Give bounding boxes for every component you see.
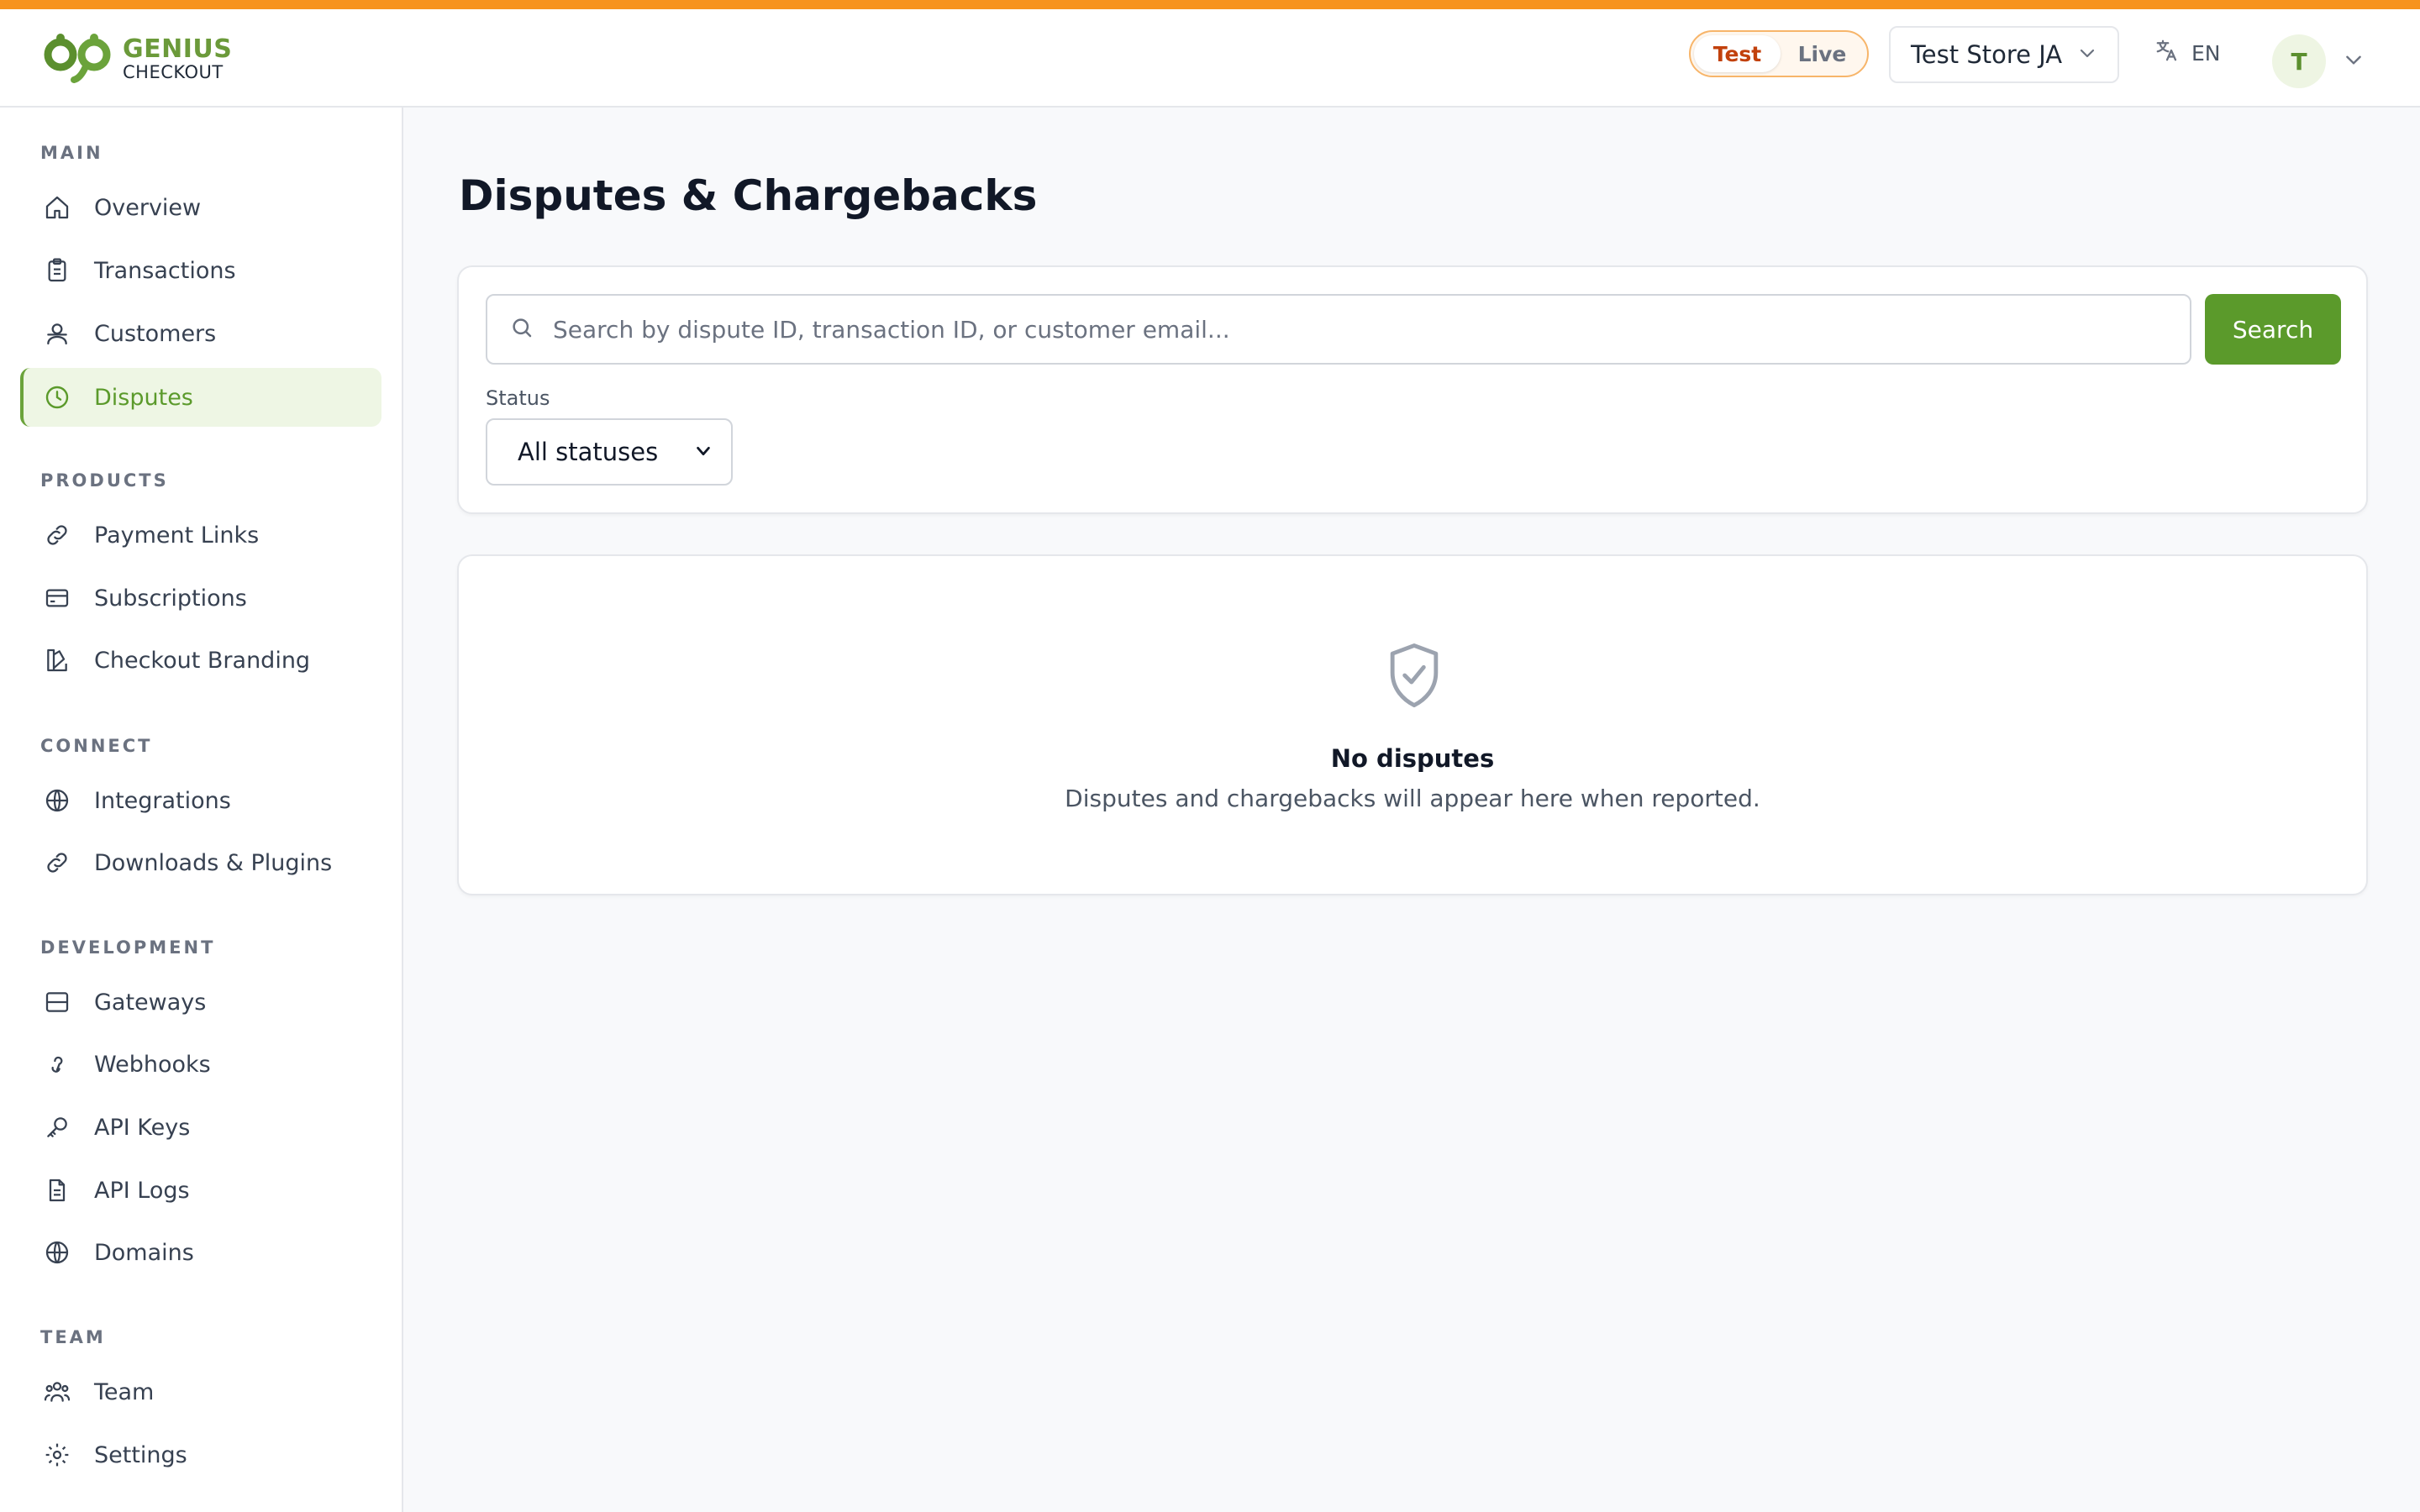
search-box[interactable] — [486, 294, 2191, 365]
empty-state-subtitle: Disputes and chargebacks will appear her… — [1065, 785, 1760, 812]
sidebar-item-label: Subscriptions — [94, 585, 247, 612]
sidebar-item-label: API Logs — [94, 1177, 190, 1204]
sidebar-item-team[interactable]: Team — [20, 1362, 381, 1421]
sidebar-item-api-logs[interactable]: API Logs — [20, 1161, 381, 1220]
sidebar-item-downloads-plugins[interactable]: Downloads & Plugins — [20, 833, 381, 892]
sidebar-item-label: Settings — [94, 1441, 187, 1468]
sidebar-item-domains[interactable]: Domains — [20, 1223, 381, 1282]
search-icon — [509, 315, 534, 344]
empty-state-card: No disputes Disputes and chargebacks wil… — [457, 554, 2368, 895]
sidebar: MAIN Overview Transactions Customers Dis… — [0, 108, 403, 1512]
key-icon — [42, 1112, 72, 1142]
brand-logo[interactable]: GENIUS CHECKOUT — [42, 29, 232, 88]
chevron-down-icon — [694, 438, 713, 466]
server-icon — [42, 987, 72, 1017]
link-icon — [42, 848, 72, 878]
mode-live-option[interactable]: Live — [1781, 35, 1864, 72]
sidebar-section-team: TEAM — [40, 1327, 106, 1347]
store-selector[interactable]: Test Store JA — [1889, 26, 2119, 83]
palette-icon — [42, 645, 72, 675]
home-icon — [42, 192, 72, 223]
filter-card: Search Status All statuses — [457, 265, 2368, 514]
status-filter-label: Status — [486, 386, 550, 410]
status-filter-value: All statuses — [518, 438, 659, 466]
chevron-down-icon — [2326, 49, 2365, 74]
sidebar-item-checkout-branding[interactable]: Checkout Branding — [20, 631, 381, 690]
sidebar-item-gateways[interactable]: Gateways — [20, 973, 381, 1032]
sidebar-section-products: PRODUCTS — [40, 470, 169, 491]
sidebar-item-label: Disputes — [94, 384, 193, 411]
clock-icon — [42, 382, 72, 412]
status-filter-select[interactable]: All statuses — [486, 418, 733, 486]
sidebar-item-settings[interactable]: Settings — [20, 1425, 381, 1484]
translate-icon — [2154, 38, 2191, 68]
empty-state-title: No disputes — [1330, 744, 1495, 773]
mode-test-option[interactable]: Test — [1694, 35, 1781, 72]
logo-text-line1: GENIUS — [123, 34, 233, 64]
mode-toggle: Test Live — [1689, 30, 1869, 77]
sidebar-section-main: MAIN — [40, 143, 103, 163]
avatar: T — [2272, 34, 2326, 88]
gear-icon — [42, 1440, 72, 1470]
sidebar-item-integrations[interactable]: Integrations — [20, 771, 381, 830]
sidebar-item-label: Downloads & Plugins — [94, 849, 333, 876]
sidebar-item-subscriptions[interactable]: Subscriptions — [20, 569, 381, 627]
sidebar-item-customers[interactable]: Customers — [20, 304, 381, 363]
sidebar-item-label: Customers — [94, 320, 217, 347]
sidebar-item-transactions[interactable]: Transactions — [20, 241, 381, 300]
team-icon — [42, 1377, 72, 1407]
clipboard-icon — [42, 255, 72, 286]
sidebar-item-payment-links[interactable]: Payment Links — [20, 506, 381, 564]
top-accent-bar — [0, 0, 2420, 9]
sidebar-item-label: Transactions — [94, 257, 236, 284]
search-input[interactable] — [553, 315, 2149, 344]
logo-text-line2: CHECKOUT — [123, 61, 224, 82]
sidebar-item-label: Integrations — [94, 787, 231, 814]
sidebar-item-overview[interactable]: Overview — [20, 178, 381, 237]
top-header: GENIUS CHECKOUT Test Live Test Store JA … — [0, 9, 2420, 108]
language-label: EN — [2191, 40, 2221, 66]
sidebar-item-webhooks[interactable]: Webhooks — [20, 1035, 381, 1094]
sidebar-item-disputes[interactable]: Disputes — [20, 368, 381, 427]
chevron-down-icon — [2077, 40, 2097, 69]
sidebar-item-api-keys[interactable]: API Keys — [20, 1098, 381, 1157]
shield-check-icon — [1381, 640, 1448, 714]
sidebar-section-development: DEVELOPMENT — [40, 937, 216, 958]
card-icon — [42, 583, 72, 613]
users-icon — [42, 318, 72, 349]
search-button[interactable]: Search — [2205, 294, 2341, 365]
sidebar-item-label: Payment Links — [94, 522, 260, 549]
sidebar-item-label: Domains — [94, 1239, 194, 1266]
globe-icon — [42, 785, 72, 816]
webhook-icon — [42, 1049, 72, 1079]
sidebar-item-label: Gateways — [94, 989, 207, 1016]
sidebar-item-label: Webhooks — [94, 1051, 211, 1078]
sidebar-section-connect: CONNECT — [40, 736, 153, 756]
link-icon — [42, 520, 72, 550]
logo-mark-icon — [42, 29, 119, 88]
file-icon — [42, 1175, 72, 1205]
sidebar-item-label: Checkout Branding — [94, 647, 311, 674]
language-switcher[interactable]: EN — [2154, 38, 2221, 68]
sidebar-item-label: API Keys — [94, 1114, 191, 1141]
sidebar-item-label: Team — [94, 1378, 155, 1405]
sidebar-item-label: Overview — [94, 194, 202, 221]
store-selector-value: Test Store JA — [1911, 40, 2063, 69]
page-title: Disputes & Chargebacks — [459, 171, 1038, 220]
user-menu[interactable]: T — [2272, 34, 2365, 88]
globe-icon — [42, 1237, 72, 1268]
main-content: Disputes & Chargebacks Search Status All… — [405, 108, 2420, 1512]
